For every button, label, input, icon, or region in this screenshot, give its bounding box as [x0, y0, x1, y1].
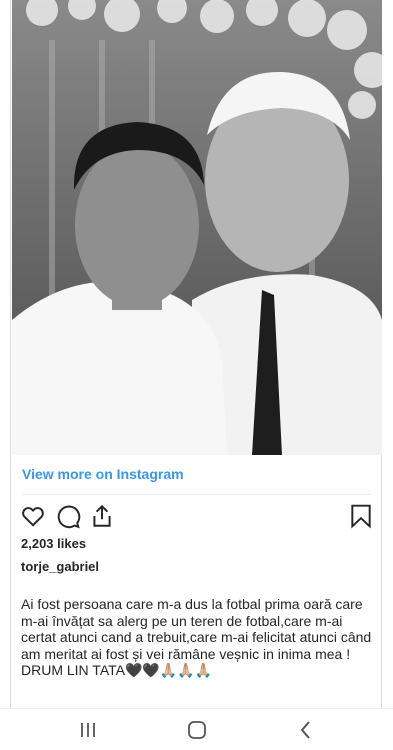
divider: [22, 494, 371, 495]
post-photo[interactable]: [12, 0, 382, 455]
home-icon[interactable]: [185, 718, 209, 742]
likes-count[interactable]: 2,203 likes: [21, 536, 86, 551]
heart-icon[interactable]: [20, 503, 46, 529]
android-navigation-bar: [0, 708, 393, 750]
comment-icon[interactable]: [55, 503, 81, 529]
back-icon[interactable]: [294, 718, 318, 742]
post-caption: Ai fost persoana care m-a dus la fotbal …: [21, 596, 372, 678]
bookmark-icon[interactable]: [348, 503, 374, 529]
post-photo-illustration: [12, 0, 382, 455]
post-actions: [20, 503, 372, 531]
post-username[interactable]: torje_gabriel: [21, 559, 99, 574]
recents-icon[interactable]: [76, 718, 100, 742]
share-icon[interactable]: [89, 503, 115, 529]
view-more-on-instagram-link[interactable]: View more on Instagram: [22, 466, 184, 482]
